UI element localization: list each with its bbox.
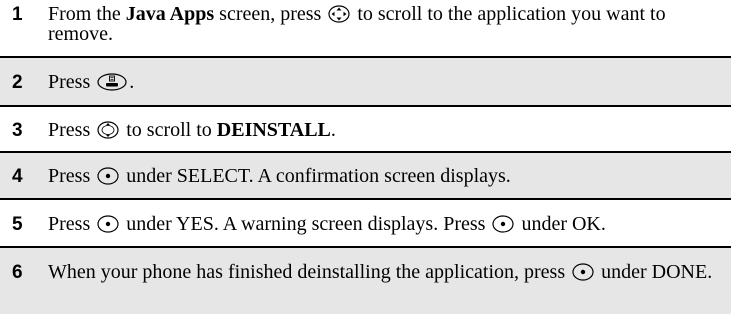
step-row-4: 4 Press under SELECT. A confirmation scr… [0,153,731,200]
step-text-fragment: Press [48,119,96,141]
bold-term: DEINSTALL [216,119,331,141]
step-text: Press under SELECT. A confirmation scree… [48,166,731,186]
step-text: Press under YES. A warning screen displa… [48,214,731,234]
nav-scroll-updown-icon [97,121,119,139]
select-key-icon [97,215,119,233]
step-text-fragment: to scroll to [121,119,217,141]
step-number: 5 [12,214,23,235]
step-row-2: 2 Press . [0,58,731,107]
step-number: 3 [12,120,23,141]
instruction-steps-table: 1 From the Java Apps screen, press to sc… [0,0,731,314]
bold-term: Java Apps [125,3,215,25]
step-text: Press . [48,72,731,92]
step-number: 6 [12,262,23,283]
step-text-fragment: Press [48,213,96,235]
nav-scroll-4way-icon [328,5,350,23]
select-key-icon [97,167,119,185]
step-text-fragment: under OK. [516,213,606,235]
step-row-5: 5 Press under YES. A warning screen disp… [0,200,731,248]
step-number: 1 [12,4,23,25]
step-text-fragment: . [330,119,336,141]
step-number: 4 [12,166,23,187]
menu-key-icon [97,73,127,91]
step-text-fragment: From the [48,3,126,25]
step-text-fragment: screen, press [214,3,327,25]
step-text-fragment: Press [48,165,96,187]
step-text-fragment: Press [48,71,96,93]
step-row-3: 3 Press to scroll to DEINSTALL. [0,107,731,153]
step-text-fragment: . [129,71,135,93]
step-text-fragment: under DONE. [596,261,713,283]
step-text: When your phone has finished deinstallin… [48,262,731,282]
step-text: Press to scroll to DEINSTALL. [48,120,731,140]
step-text-fragment: under SELECT. A confirmation screen disp… [121,165,511,187]
select-key-icon [572,263,594,281]
step-text-fragment: under YES. A warning screen displays. Pr… [121,213,491,235]
step-number: 2 [12,72,23,93]
step-text-fragment: When your phone has finished deinstallin… [48,261,571,283]
step-text: From the Java Apps screen, press to scro… [48,4,731,44]
step-row-1: 1 From the Java Apps screen, press to sc… [0,0,731,58]
step-row-6: 6 When your phone has finished deinstall… [0,248,731,314]
select-key-icon [492,215,515,233]
